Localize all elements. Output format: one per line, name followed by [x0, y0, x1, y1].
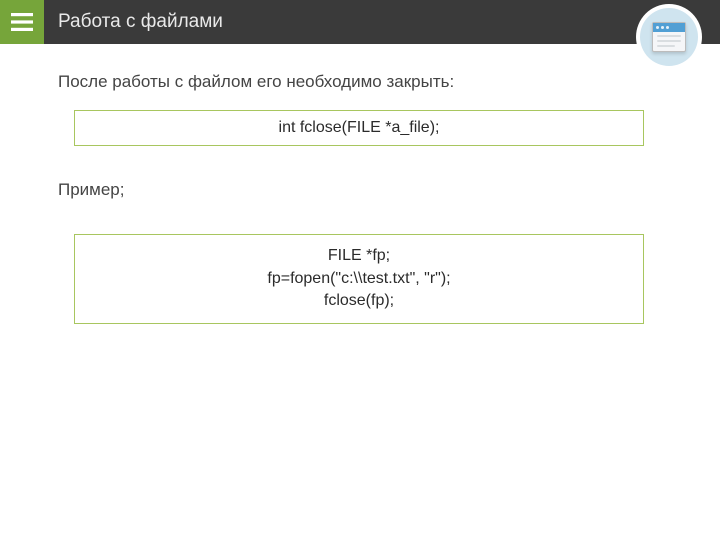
example-line-3: fclose(fp);: [85, 290, 633, 312]
menu-button[interactable]: [0, 0, 44, 44]
example-line-2: fp=fopen("c:\\test.txt", "r");: [85, 268, 633, 290]
example-label: Пример;: [58, 180, 662, 200]
header-bar: Работа с файлами: [0, 0, 720, 44]
content-area: После работы с файлом его необходимо зак…: [0, 44, 720, 324]
page-title: Работа с файлами: [44, 11, 223, 33]
app-window-icon: [652, 22, 686, 52]
app-window-badge: [640, 8, 698, 66]
signature-codebox: int fclose(FILE *a_file);: [74, 110, 644, 146]
example-line-1: FILE *fp;: [85, 245, 633, 267]
hamburger-icon: [11, 13, 33, 31]
example-codebox: FILE *fp; fp=fopen("c:\\test.txt", "r");…: [74, 234, 644, 323]
intro-text: После работы с файлом его необходимо зак…: [58, 72, 662, 92]
signature-line: int fclose(FILE *a_file);: [85, 117, 633, 139]
